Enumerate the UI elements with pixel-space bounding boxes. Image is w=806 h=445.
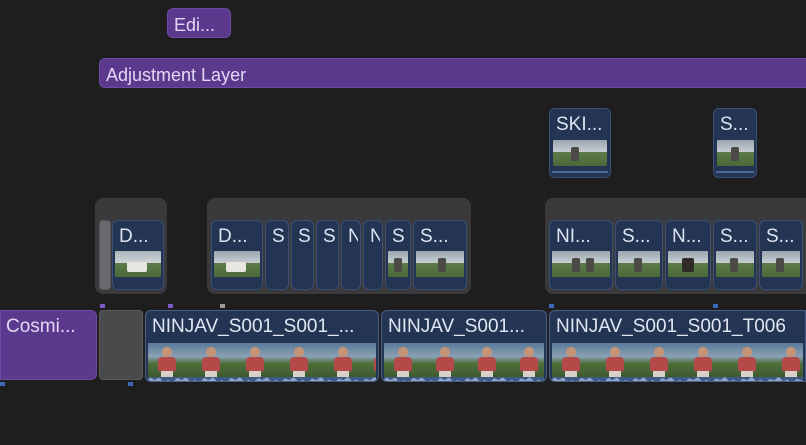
clip-label: NINJAV_S001_S001_... bbox=[152, 316, 355, 337]
storyline-clip[interactable]: N bbox=[341, 220, 361, 290]
clip-thumbnail bbox=[214, 251, 260, 277]
connected-clip[interactable]: SKI... bbox=[549, 108, 611, 178]
clip-label: N bbox=[370, 226, 380, 248]
storyline-clip[interactable]: S... bbox=[413, 220, 467, 290]
clip-thumbnail bbox=[416, 251, 464, 277]
clip-audio-bar bbox=[552, 171, 608, 173]
primary-clip[interactable]: NINJAV_S001_S001_... bbox=[145, 310, 379, 382]
primary-title-clip[interactable]: Cosmi... bbox=[0, 310, 97, 380]
clip-thumbnail bbox=[552, 251, 610, 277]
storyline-clip[interactable]: D... bbox=[112, 220, 164, 290]
title-clip-label: Edi... bbox=[174, 15, 216, 35]
primary-clip[interactable]: NINJAV_S001_S001_T006 bbox=[549, 310, 806, 382]
clip-label: S... bbox=[720, 226, 749, 247]
gap-clip[interactable] bbox=[99, 310, 143, 380]
adjustment-layer-label: Adjustment Layer bbox=[106, 65, 247, 85]
storyline-handle[interactable] bbox=[99, 220, 111, 290]
storyline-clip[interactable]: NI... bbox=[549, 220, 613, 290]
clip-label: S bbox=[323, 226, 336, 247]
clip-label: S... bbox=[420, 226, 449, 247]
clip-filmstrip bbox=[552, 343, 803, 377]
clip-thumbnail bbox=[717, 140, 754, 166]
storyline-clip[interactable]: S... bbox=[713, 220, 757, 290]
storyline-clip[interactable]: S... bbox=[759, 220, 803, 290]
clip-label: S... bbox=[622, 226, 651, 247]
clip-label: D... bbox=[218, 226, 248, 247]
clip-label: NINJAV_S001... bbox=[388, 316, 525, 337]
adjustment-layer-clip[interactable]: Adjustment Layer bbox=[99, 58, 806, 88]
clip-filmstrip bbox=[384, 343, 544, 377]
clip-thumbnail bbox=[115, 251, 161, 277]
clip-thumbnail bbox=[553, 140, 607, 166]
clip-label: N... bbox=[672, 226, 702, 247]
storyline-clip[interactable]: N bbox=[363, 220, 383, 290]
storyline-clip[interactable]: S bbox=[265, 220, 289, 290]
clip-thumbnail bbox=[716, 251, 754, 277]
marker[interactable] bbox=[713, 304, 718, 308]
marker[interactable] bbox=[168, 304, 173, 308]
clip-label: SKI... bbox=[556, 114, 603, 135]
clip-thumbnail bbox=[618, 251, 660, 277]
clip-label: NINJAV_S001_S001_T006 bbox=[556, 316, 786, 337]
audio-waveform bbox=[384, 377, 544, 381]
clip-thumbnail bbox=[388, 251, 408, 277]
storyline-clip[interactable]: S... bbox=[615, 220, 663, 290]
clip-label: D... bbox=[119, 226, 149, 247]
clip-label: S bbox=[272, 226, 285, 247]
clip-thumbnail bbox=[668, 251, 708, 277]
audio-waveform bbox=[552, 377, 803, 381]
storyline-clip[interactable]: S bbox=[316, 220, 339, 290]
marker[interactable] bbox=[0, 382, 5, 386]
marker[interactable] bbox=[549, 304, 554, 308]
storyline-clip[interactable]: S bbox=[385, 220, 411, 290]
connected-clip[interactable]: S... bbox=[713, 108, 757, 178]
clip-thumbnail bbox=[762, 251, 800, 277]
clip-audio-bar bbox=[716, 171, 754, 173]
marker[interactable] bbox=[100, 304, 105, 308]
clip-label: Cosmi... bbox=[6, 316, 76, 337]
clip-label: S bbox=[298, 226, 311, 247]
clip-filmstrip bbox=[148, 343, 376, 377]
marker[interactable] bbox=[220, 304, 225, 308]
marker[interactable] bbox=[128, 382, 133, 386]
clip-label: N bbox=[348, 226, 358, 248]
storyline-clip[interactable]: N... bbox=[665, 220, 711, 290]
storyline-clip[interactable]: D... bbox=[211, 220, 263, 290]
clip-label: S... bbox=[766, 226, 795, 247]
title-clip[interactable]: Edi... bbox=[167, 8, 231, 38]
clip-label: S... bbox=[720, 114, 749, 135]
storyline-clip[interactable]: S bbox=[291, 220, 314, 290]
audio-waveform bbox=[148, 377, 376, 381]
clip-label: NI... bbox=[556, 226, 591, 247]
clip-label: S bbox=[392, 226, 405, 247]
primary-clip[interactable]: NINJAV_S001... bbox=[381, 310, 547, 382]
